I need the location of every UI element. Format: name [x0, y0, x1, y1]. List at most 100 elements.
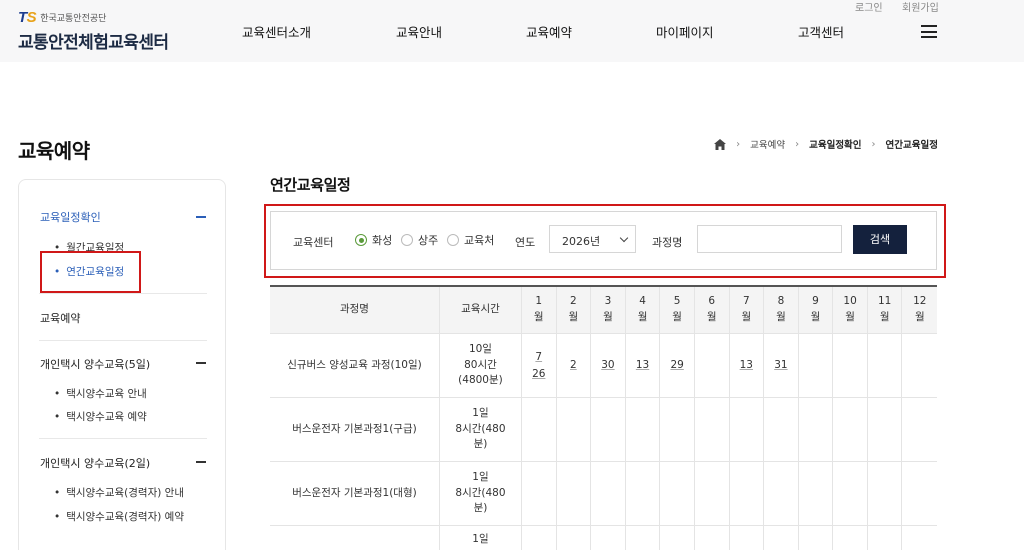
- sidebar-item-schedule[interactable]: 교육일정확인: [40, 209, 101, 225]
- page-title: 교육예약: [18, 139, 90, 163]
- schedule-day-link[interactable]: 30: [601, 357, 614, 374]
- site-header: TS 한국교통안전공단 교통안전체험교육센터 교육센터소개 교육안내 교육예약 …: [0, 0, 1024, 62]
- schedule-day-link[interactable]: 31: [774, 357, 787, 374]
- schedule-day-link[interactable]: 2: [570, 357, 577, 374]
- section-title: 연간교육일정: [270, 176, 351, 194]
- month-label: 12: [913, 295, 927, 308]
- month-cell: [522, 462, 557, 525]
- month-cell: [626, 526, 661, 550]
- month-cell: [833, 462, 868, 525]
- menu-icon[interactable]: [921, 25, 937, 38]
- month-cell: [660, 526, 695, 550]
- divider: [39, 340, 207, 341]
- divider: [39, 293, 207, 294]
- month-cell: [868, 334, 903, 397]
- divider: [39, 438, 207, 439]
- month-cell: [626, 398, 661, 461]
- month-cell: [695, 334, 730, 397]
- month-label: 월: [810, 311, 821, 323]
- home-icon[interactable]: [714, 138, 727, 150]
- sidebar-item-taxi-reserve[interactable]: 택시양수교육 예약: [54, 409, 147, 424]
- nav-mypage[interactable]: 마이페이지: [656, 22, 714, 41]
- month-cell: [660, 462, 695, 525]
- month-label: 월: [672, 311, 682, 323]
- month-cell: [591, 462, 626, 525]
- month-label: 11: [878, 295, 892, 308]
- month-cell: [833, 334, 868, 397]
- month-cell: [695, 526, 730, 550]
- month-cell: [557, 526, 592, 550]
- sidebar-item-taxi-2day[interactable]: 개인택시 양수교육(2일): [40, 455, 150, 471]
- schedule-day-link[interactable]: 26: [532, 366, 545, 383]
- sidebar-item-reservation[interactable]: 교육예약: [40, 310, 80, 326]
- yearly-schedule-table: 과정명 교육시간 1 월 2 월 3 월 4 월 5 월 6 월 7 월 8 월 9 월 10 월 11 월 12 월 신규버…: [270, 285, 937, 550]
- month-label: 8: [777, 295, 785, 308]
- chevron-right-icon: ›: [795, 138, 800, 150]
- header-month: 12 월: [902, 287, 937, 333]
- month-label: 4: [639, 295, 646, 308]
- sidebar-item-taxi-info[interactable]: 택시양수교육 안내: [54, 386, 147, 401]
- breadcrumb-current[interactable]: 연간교육일정: [886, 137, 938, 151]
- month-cell: [868, 526, 903, 550]
- header-month: 6월: [695, 287, 730, 333]
- month-cell: [799, 526, 834, 550]
- course-name-cell: 신규버스 양성교육 과정(10일): [270, 334, 440, 397]
- course-name-cell: 버스운전자 기본과정1(대형): [270, 462, 440, 525]
- month-cell: [591, 526, 626, 550]
- month-label: 1: [535, 295, 543, 308]
- month-label: 월: [776, 311, 786, 323]
- month-cell: [764, 462, 799, 525]
- month-cell: [522, 398, 557, 461]
- main-nav: 교육센터소개 교육안내 교육예약 마이페이지 고객센터: [0, 22, 1024, 42]
- header-month: 11 월: [868, 287, 903, 333]
- month-cell: 31: [764, 334, 799, 397]
- collapse-icon[interactable]: [196, 461, 206, 463]
- breadcrumb-item[interactable]: 교육예약: [750, 137, 785, 151]
- month-cell: [833, 526, 868, 550]
- month-label: 2: [570, 295, 577, 308]
- month-cell: [730, 398, 765, 461]
- month-cell: 30: [591, 334, 626, 397]
- course-name-cell: 버스운전자 기본과정1(구급): [270, 398, 440, 461]
- month-label: 월: [706, 311, 717, 323]
- month-cell: [730, 462, 765, 525]
- month-cell: [522, 526, 557, 550]
- schedule-day-link[interactable]: 13: [740, 357, 753, 374]
- nav-edu-reservation[interactable]: 교육예약: [526, 22, 572, 41]
- schedule-day-link[interactable]: 29: [670, 357, 683, 374]
- month-label: 월: [533, 311, 544, 323]
- month-cell: [764, 398, 799, 461]
- edu-time-line: (4800분): [458, 374, 503, 387]
- nav-edu-info[interactable]: 교육안내: [396, 22, 442, 41]
- edu-time-line: 80시간: [464, 358, 497, 371]
- header-edu-time: 교육시간: [440, 287, 522, 333]
- edu-time-cell: 1일 8시간(480 분): [440, 398, 522, 461]
- sidebar-item-taxi-exp-reserve[interactable]: 택시양수교육(경력자) 예약: [54, 509, 184, 524]
- breadcrumb-item[interactable]: 교육일정확인: [809, 137, 861, 151]
- month-cell: [799, 334, 834, 397]
- sidebar-item-taxi-exp-info[interactable]: 택시양수교육(경력자) 안내: [54, 485, 184, 500]
- schedule-day-link[interactable]: 7: [535, 349, 542, 366]
- month-cell: [557, 462, 592, 525]
- month-cell: [764, 526, 799, 550]
- edu-time-line: 8시간(480: [455, 422, 506, 435]
- header-month: 5월: [660, 287, 695, 333]
- signup-link[interactable]: 회원가입: [902, 0, 939, 14]
- sidebar-item-taxi-5day[interactable]: 개인택시 양수교육(5일): [40, 356, 150, 372]
- edu-time-cell: 1일 8시간(480 분): [440, 462, 522, 525]
- month-cell: [902, 398, 937, 461]
- nav-customer-center[interactable]: 고객센터: [798, 22, 844, 41]
- month-label: 월: [914, 311, 925, 323]
- month-label: 월: [845, 311, 855, 323]
- month-label: 월: [568, 311, 579, 323]
- login-link[interactable]: 로그인: [855, 0, 883, 14]
- month-cell: 13: [730, 334, 765, 397]
- collapse-icon[interactable]: [196, 216, 206, 218]
- nav-center-intro[interactable]: 교육센터소개: [242, 22, 311, 41]
- month-label: 5: [673, 295, 681, 308]
- schedule-day-link[interactable]: 13: [636, 357, 649, 374]
- collapse-icon[interactable]: [196, 362, 206, 364]
- month-label: 6: [708, 295, 716, 308]
- breadcrumb: › 교육예약 › 교육일정확인 › 연간교육일정: [714, 137, 938, 151]
- month-cell: 7 26: [522, 334, 557, 397]
